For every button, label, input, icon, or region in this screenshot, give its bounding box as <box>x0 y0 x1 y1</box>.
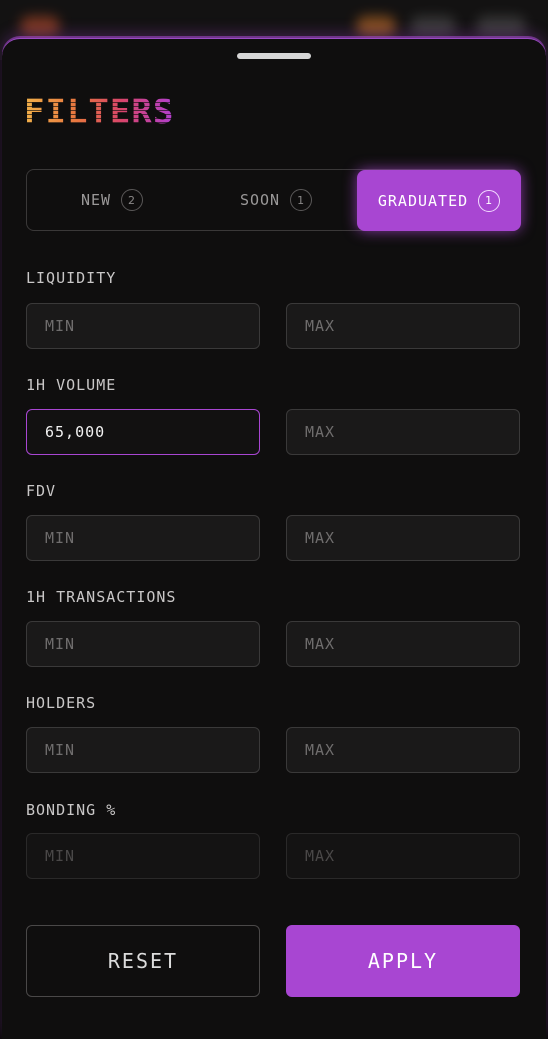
tab-label: NEW <box>80 191 112 209</box>
filter-label-liquidity: LIQUIDITY <box>26 269 117 287</box>
holders-min-input[interactable] <box>26 727 260 773</box>
tab-count-badge: 1 <box>290 189 313 211</box>
bonding-min-input[interactable] <box>26 833 260 879</box>
filter-label-fdv: FDV <box>26 482 57 500</box>
background-blur <box>410 16 456 36</box>
status-tabs: NEW 2 SOON 1 GRADUATED 1 <box>26 169 521 231</box>
filter-label-holders: HOLDERS <box>26 694 97 712</box>
liquidity-max-input[interactable] <box>286 303 520 349</box>
1h-transactions-min-input[interactable] <box>26 621 260 667</box>
tab-new[interactable]: NEW 2 <box>29 170 195 230</box>
tab-graduated[interactable]: GRADUATED 1 <box>357 170 521 231</box>
fdv-min-input[interactable] <box>26 515 260 561</box>
filter-label-1h-transactions: 1H TRANSACTIONS <box>26 588 177 606</box>
filter-label-1h-volume: 1H VOLUME <box>26 376 117 394</box>
liquidity-min-input[interactable] <box>26 303 260 349</box>
tab-label: SOON <box>239 191 281 209</box>
background-blur <box>20 16 60 36</box>
tab-count-badge: 1 <box>478 189 501 212</box>
tab-count-badge: 2 <box>121 189 144 211</box>
filter-label-bonding: BONDING % <box>26 801 117 819</box>
bonding-max-input[interactable] <box>286 833 520 879</box>
apply-button[interactable]: APPLY <box>286 925 520 997</box>
background-blur <box>356 16 396 36</box>
drag-handle[interactable] <box>237 53 311 59</box>
1h-volume-min-input[interactable] <box>26 409 260 455</box>
filters-sheet: FILTERS NEW 2 SOON 1 GRADUATED 1 LIQUIDI… <box>2 38 546 1039</box>
background-blur <box>476 16 526 36</box>
tab-soon[interactable]: SOON 1 <box>195 170 357 230</box>
holders-max-input[interactable] <box>286 727 520 773</box>
1h-transactions-max-input[interactable] <box>286 621 520 667</box>
tab-label: GRADUATED <box>377 191 469 210</box>
fdv-max-input[interactable] <box>286 515 520 561</box>
sheet-title: FILTERS <box>24 92 175 132</box>
reset-button[interactable]: RESET <box>26 925 260 997</box>
1h-volume-max-input[interactable] <box>286 409 520 455</box>
